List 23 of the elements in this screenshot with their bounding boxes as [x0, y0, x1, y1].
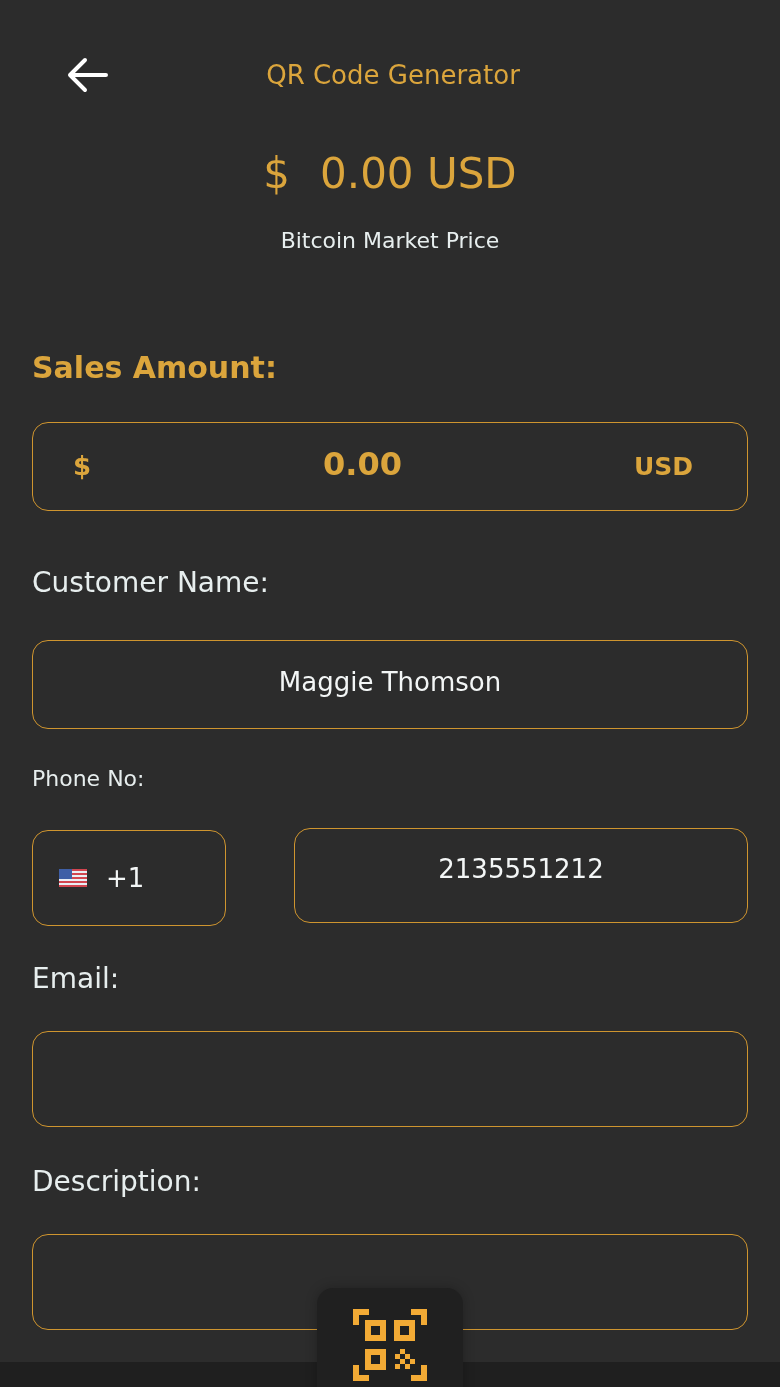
description-field[interactable]	[32, 1234, 748, 1330]
phone-number-field[interactable]: 2135551212	[294, 828, 748, 923]
customer-name-field[interactable]: Maggie Thomson	[32, 639, 748, 729]
description-label: Description:	[32, 1164, 201, 1200]
currency-code: USD	[633, 451, 693, 481]
qr-code-icon	[353, 1309, 427, 1381]
price-amount: 0.00 USD	[320, 148, 517, 200]
amount-value: 0.00	[323, 445, 402, 484]
flag-icon	[59, 869, 87, 887]
email-field[interactable]	[32, 1031, 748, 1127]
email-label: Email:	[32, 961, 120, 997]
customer-name-label: Customer Name:	[32, 564, 269, 601]
currency-symbol: $	[73, 451, 92, 482]
qr-scan-button[interactable]	[317, 1288, 463, 1387]
screen-title: QR Code Generator	[266, 59, 520, 92]
back-arrow-icon	[66, 57, 108, 93]
country-code-picker[interactable]: +1	[32, 830, 226, 926]
price-caption: Bitcoin Market Price	[280, 227, 500, 255]
back-button[interactable]	[66, 57, 108, 93]
amount-field[interactable]: $ 0.00 USD	[32, 422, 748, 511]
phone-label: Phone No:	[32, 765, 145, 793]
price-currency-symbol: $	[263, 148, 291, 200]
sales-amount-label: Sales Amount:	[32, 349, 277, 387]
